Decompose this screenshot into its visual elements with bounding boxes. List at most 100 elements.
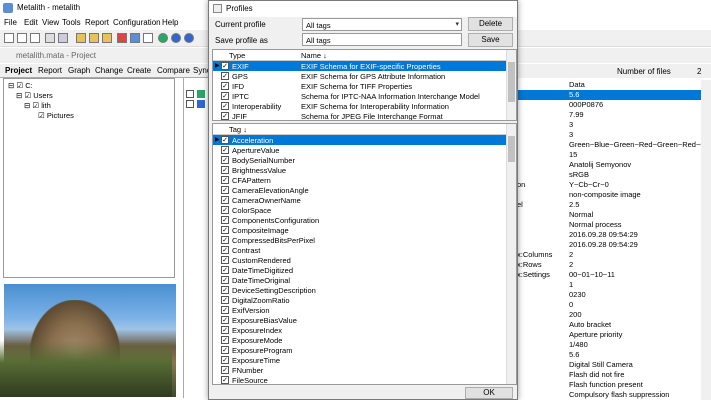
- metadata-row[interactable]: 0230: [517, 290, 701, 300]
- tree-node[interactable]: ⊟ ☑ lith: [24, 101, 51, 110]
- tag-checkbox[interactable]: ✓: [221, 176, 229, 184]
- folder-tree[interactable]: ⊟ ☑ C: ⊟ ☑ Users ⊟ ☑ lith ☑ Pictures: [3, 78, 175, 278]
- metadata-row[interactable]: Auto bracket: [517, 320, 701, 330]
- metadata-row[interactable]: 0: [517, 300, 701, 310]
- ok-button[interactable]: OK: [465, 387, 513, 399]
- tag-checkbox[interactable]: ✓: [221, 286, 229, 294]
- tab-graph[interactable]: Graph: [68, 66, 90, 75]
- metadata-row[interactable]: Digital Still Camera: [517, 360, 701, 370]
- tag-type-checkbox[interactable]: ✓: [221, 82, 229, 90]
- tag-checkbox[interactable]: ✓: [221, 136, 229, 144]
- folder-add-icon[interactable]: [102, 33, 112, 43]
- tag-row[interactable]: ✓ BrightnessValue: [213, 165, 508, 175]
- tag-row[interactable]: ✓ CameraElevationAngle: [213, 185, 508, 195]
- metadata-row[interactable]: Normal: [517, 210, 701, 220]
- tag-checkbox[interactable]: ✓: [221, 376, 229, 384]
- tag-row[interactable]: ✓ Contrast: [213, 245, 508, 255]
- tag-checkbox[interactable]: ✓: [221, 226, 229, 234]
- tag-checkbox[interactable]: ✓: [221, 316, 229, 324]
- tag-type-checkbox[interactable]: ✓: [221, 72, 229, 80]
- tab-project[interactable]: Project: [5, 66, 32, 75]
- metadata-row[interactable]: 1: [517, 280, 701, 290]
- tag-checkbox[interactable]: ✓: [221, 346, 229, 354]
- metadata-row[interactable]: Normal process: [517, 220, 701, 230]
- tag-scrollbar[interactable]: [506, 124, 516, 384]
- metadata-row[interactable]: 1/480: [517, 340, 701, 350]
- metadata-row[interactable]: 3: [517, 120, 701, 130]
- tab-change[interactable]: Change: [95, 66, 123, 75]
- tag-row[interactable]: ✓ BodySerialNumber: [213, 155, 508, 165]
- save-profile-as-input[interactable]: All tags: [302, 33, 462, 46]
- tag-type-row[interactable]: ✓ IPTC Schema for IPTC-NAA Information Int…: [213, 91, 508, 101]
- menu-file[interactable]: File: [4, 18, 17, 27]
- tab-create[interactable]: Create: [127, 66, 151, 75]
- tag-row[interactable]: ✓ ExposureBiasValue: [213, 315, 508, 325]
- tag-row[interactable]: ✓ ExposureMode: [213, 335, 508, 345]
- tag-checkbox[interactable]: ✓: [221, 276, 229, 284]
- tag-checkbox[interactable]: ✓: [221, 216, 229, 224]
- metadata-row[interactable]: sRGB: [517, 170, 701, 180]
- tag-row[interactable]: ✓ ExposureTime: [213, 355, 508, 365]
- tag-checkbox[interactable]: ✓: [221, 236, 229, 244]
- info-icon[interactable]: [158, 33, 168, 43]
- tag-checkbox[interactable]: ✓: [221, 186, 229, 194]
- tag-type-checkbox[interactable]: ✓: [221, 62, 229, 70]
- scroll-thumb[interactable]: [508, 62, 515, 102]
- tag-checkbox[interactable]: ✓: [221, 166, 229, 174]
- metadata-row[interactable]: Flash function present: [517, 380, 701, 390]
- tag-checkbox[interactable]: ✓: [221, 336, 229, 344]
- report-icon[interactable]: [117, 33, 127, 43]
- metadata-row[interactable]: x:Columns 2: [517, 250, 701, 260]
- tag-type-row[interactable]: ✓ JFIF Schema for JPEG File Interchange Fo…: [213, 111, 508, 120]
- tag-row[interactable]: ✓ CameraOwnerName: [213, 195, 508, 205]
- tag-row[interactable]: ✓ ApertureValue: [213, 145, 508, 155]
- check-icon[interactable]: [143, 33, 153, 43]
- delete-button[interactable]: Delete: [468, 17, 513, 31]
- tag-checkbox[interactable]: ✓: [221, 296, 229, 304]
- menu-view[interactable]: View: [42, 18, 59, 27]
- menu-report[interactable]: Report: [85, 18, 109, 27]
- tag-type-scrollbar[interactable]: [506, 50, 516, 120]
- tag-checkbox[interactable]: ✓: [221, 196, 229, 204]
- tree-node[interactable]: ⊟ ☑ C:: [8, 81, 33, 90]
- metadata-row[interactable]: non-composite image: [517, 190, 701, 200]
- folder-icon[interactable]: [76, 33, 86, 43]
- col-tag[interactable]: Tag ↓: [229, 125, 247, 134]
- tag-row[interactable]: ✓ FileSource: [213, 375, 508, 384]
- metadata-row[interactable]: on Y~Cb~Cr~0: [517, 180, 701, 190]
- tab-report[interactable]: Report: [38, 66, 62, 75]
- metadata-row[interactable]: 5.6: [517, 90, 701, 100]
- tag-type-row[interactable]: ✓ GPS EXIF Schema for GPS Attribute Inform…: [213, 71, 508, 81]
- tag-checkbox[interactable]: ✓: [221, 256, 229, 264]
- tag-row[interactable]: ✓ CompositeImage: [213, 225, 508, 235]
- menu-configuration[interactable]: Configuration: [113, 18, 161, 27]
- help-icon[interactable]: [184, 33, 194, 43]
- metadata-row[interactable]: 15: [517, 150, 701, 160]
- tag-row[interactable]: ✓ DateTimeDigitized: [213, 265, 508, 275]
- col-name[interactable]: Name ↓: [301, 51, 327, 60]
- tag-checkbox[interactable]: ✓: [221, 146, 229, 154]
- tag-row[interactable]: ✓ FNumber: [213, 365, 508, 375]
- tag-checkbox[interactable]: ✓: [221, 366, 229, 374]
- metadata-row[interactable]: Aperture priority: [517, 330, 701, 340]
- scroll-thumb[interactable]: [508, 136, 515, 162]
- run-icon[interactable]: [130, 33, 140, 43]
- tag-type-row[interactable]: ✓ Interoperability EXIF Schema for Interop…: [213, 101, 508, 111]
- open-icon[interactable]: [17, 33, 27, 43]
- current-profile-select[interactable]: All tags ▾: [302, 18, 462, 31]
- file-list[interactable]: [183, 78, 211, 398]
- tag-type-checkbox[interactable]: ✓: [221, 112, 229, 120]
- file-checkbox[interactable]: [186, 100, 194, 108]
- tag-row[interactable]: ✓ CompressedBitsPerPixel: [213, 235, 508, 245]
- metadata-row[interactable]: 2016.09.28 09:54:29: [517, 230, 701, 240]
- tag-row[interactable]: ✓ ColorSpace: [213, 205, 508, 215]
- metadata-row[interactable]: x:Rows 2: [517, 260, 701, 270]
- copy-icon[interactable]: [45, 33, 55, 43]
- tag-row[interactable]: ✓ ExposureProgram: [213, 345, 508, 355]
- tag-type-row[interactable]: ✓ IFD EXIF Schema for TIFF Properties: [213, 81, 508, 91]
- new-icon[interactable]: [4, 33, 14, 43]
- metadata-row[interactable]: 2016.09.28 09:54:29: [517, 240, 701, 250]
- tag-row[interactable]: ✓ CustomRendered: [213, 255, 508, 265]
- tag-row[interactable]: ✓ CFAPattern: [213, 175, 508, 185]
- metadata-row[interactable]: 200: [517, 310, 701, 320]
